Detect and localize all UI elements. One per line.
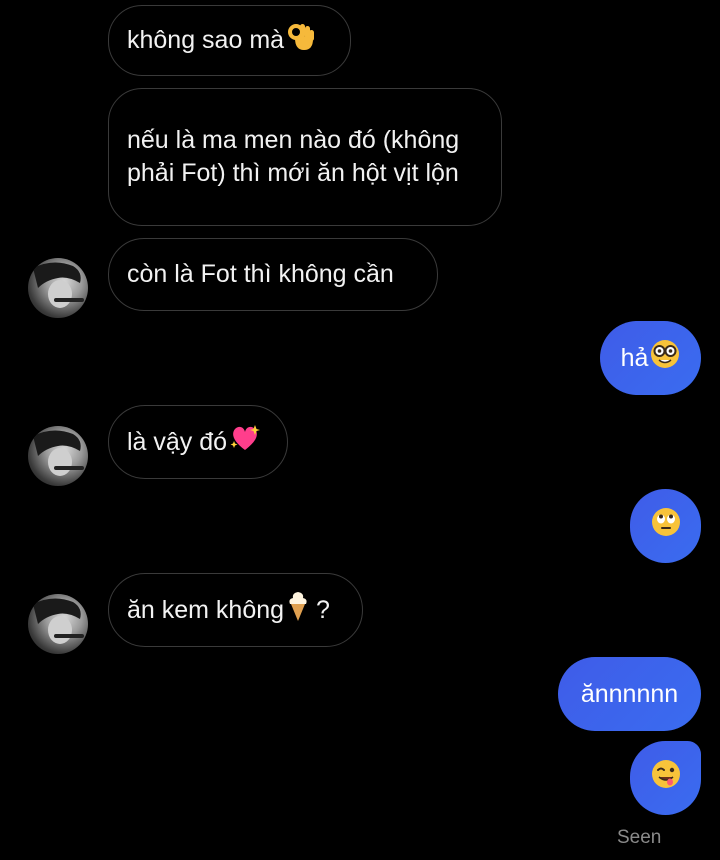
outgoing-message-bubble[interactable]: hả xyxy=(600,321,701,395)
incoming-message-bubble[interactable]: nếu là ma men nào đó (không phải Fot) th… xyxy=(108,88,502,226)
avatar[interactable] xyxy=(28,426,88,486)
incoming-message-bubble[interactable]: còn là Fot thì không cần xyxy=(108,238,438,311)
message-text: còn là Fot thì không cần xyxy=(127,260,394,288)
nerd-face-emoji-icon xyxy=(650,339,680,378)
message-text: là vậy đó xyxy=(127,427,228,456)
message-text: không sao mà xyxy=(127,26,285,54)
message-text-suffix: ? xyxy=(316,595,330,624)
message-text: ăn kem không xyxy=(127,595,285,624)
message-text: hả xyxy=(620,343,649,372)
avatar[interactable] xyxy=(28,594,88,654)
outgoing-message-bubble[interactable] xyxy=(630,741,701,815)
message-text: ănnnnnn xyxy=(580,679,679,708)
outgoing-message-bubble[interactable]: ănnnnnn xyxy=(558,657,701,731)
incoming-message-bubble[interactable]: không sao mà xyxy=(108,5,351,76)
ok-hand-emoji-icon xyxy=(287,21,315,60)
message-text: nếu là ma men nào đó (không phải Fot) th… xyxy=(127,126,460,187)
zany-face-emoji-icon xyxy=(651,759,681,798)
sparkling-heart-emoji-icon xyxy=(229,423,261,462)
incoming-message-bubble[interactable]: là vậy đó xyxy=(108,405,288,479)
face-with-rolling-eyes-emoji-icon xyxy=(651,507,681,546)
seen-status: Seen xyxy=(617,827,662,848)
incoming-message-bubble[interactable]: ăn kem không ? xyxy=(108,573,363,647)
outgoing-message-bubble[interactable] xyxy=(630,489,701,563)
avatar[interactable] xyxy=(28,258,88,318)
soft-ice-cream-emoji-icon xyxy=(286,590,310,631)
